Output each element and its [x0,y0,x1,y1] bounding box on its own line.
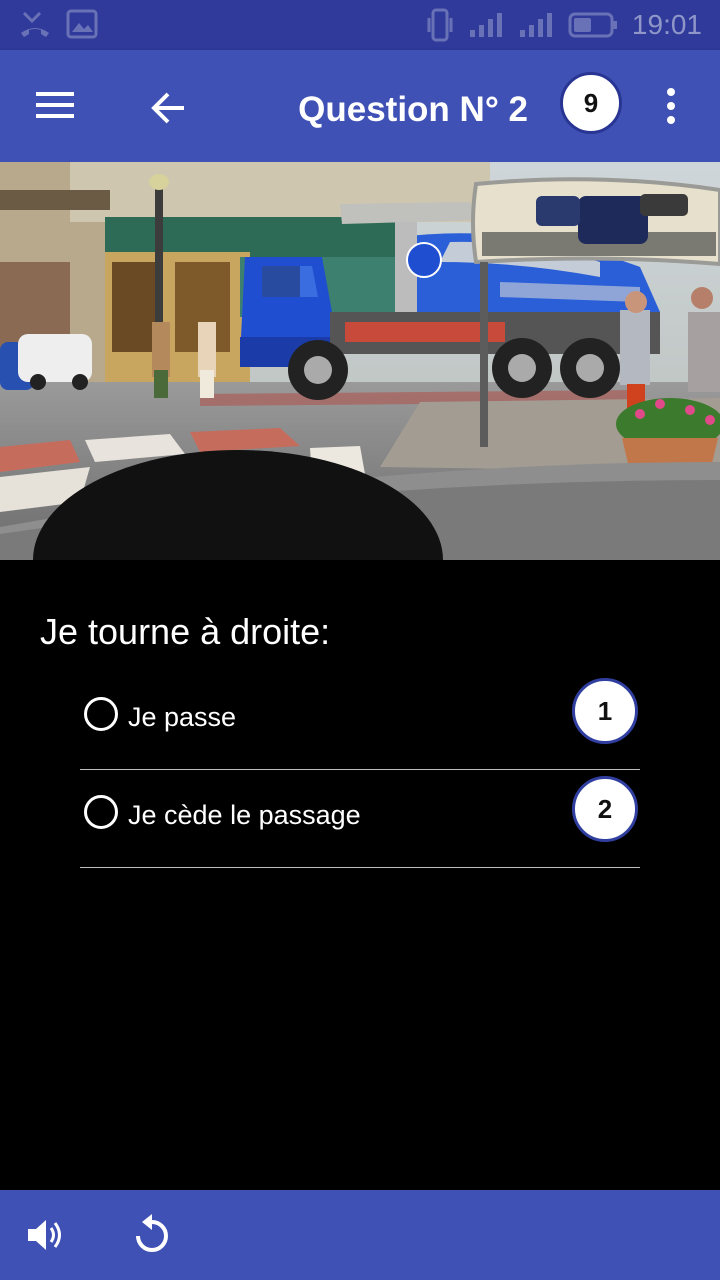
radio-button[interactable] [84,697,118,731]
missed-call-icon [21,11,49,37]
status-bar: 19:01 [0,0,720,50]
answer-option-2[interactable]: Je cède le passage 2 [80,770,640,868]
question-text: Je tourne à droite: [40,611,331,652]
speaker-icon[interactable] [24,1214,66,1256]
question-image [0,162,720,560]
vibrate-icon [427,8,453,42]
question-count-badge[interactable]: 9 [560,72,622,134]
status-right-icons: 19:01 [426,8,702,42]
more-vert-icon[interactable] [660,86,682,126]
app-bar: Question N° 2 9 [0,50,720,162]
battery-icon [568,12,617,38]
answer-number-badge[interactable]: 1 [572,678,638,744]
answer-label: Je passe [128,702,237,732]
radio-button[interactable] [84,795,118,829]
replay-icon[interactable] [132,1212,172,1256]
answer-number-badge[interactable]: 2 [572,776,638,842]
signal-icon [519,13,552,37]
answer-label: Je cède le passage [128,800,361,830]
back-arrow-icon[interactable] [148,88,188,128]
status-time: 19:01 [631,9,702,40]
page-title: Question N° 2 [298,90,528,129]
answer-option-1[interactable]: Je passe 1 [80,672,640,770]
status-left-icons [18,9,98,39]
bottom-bar [0,1190,720,1280]
street-scene-illustration [0,162,720,560]
menu-icon[interactable] [36,88,76,122]
answer-list: Je passe 1 Je cède le passage 2 [80,672,640,868]
signal-icon [469,13,502,37]
image-icon [66,9,98,39]
